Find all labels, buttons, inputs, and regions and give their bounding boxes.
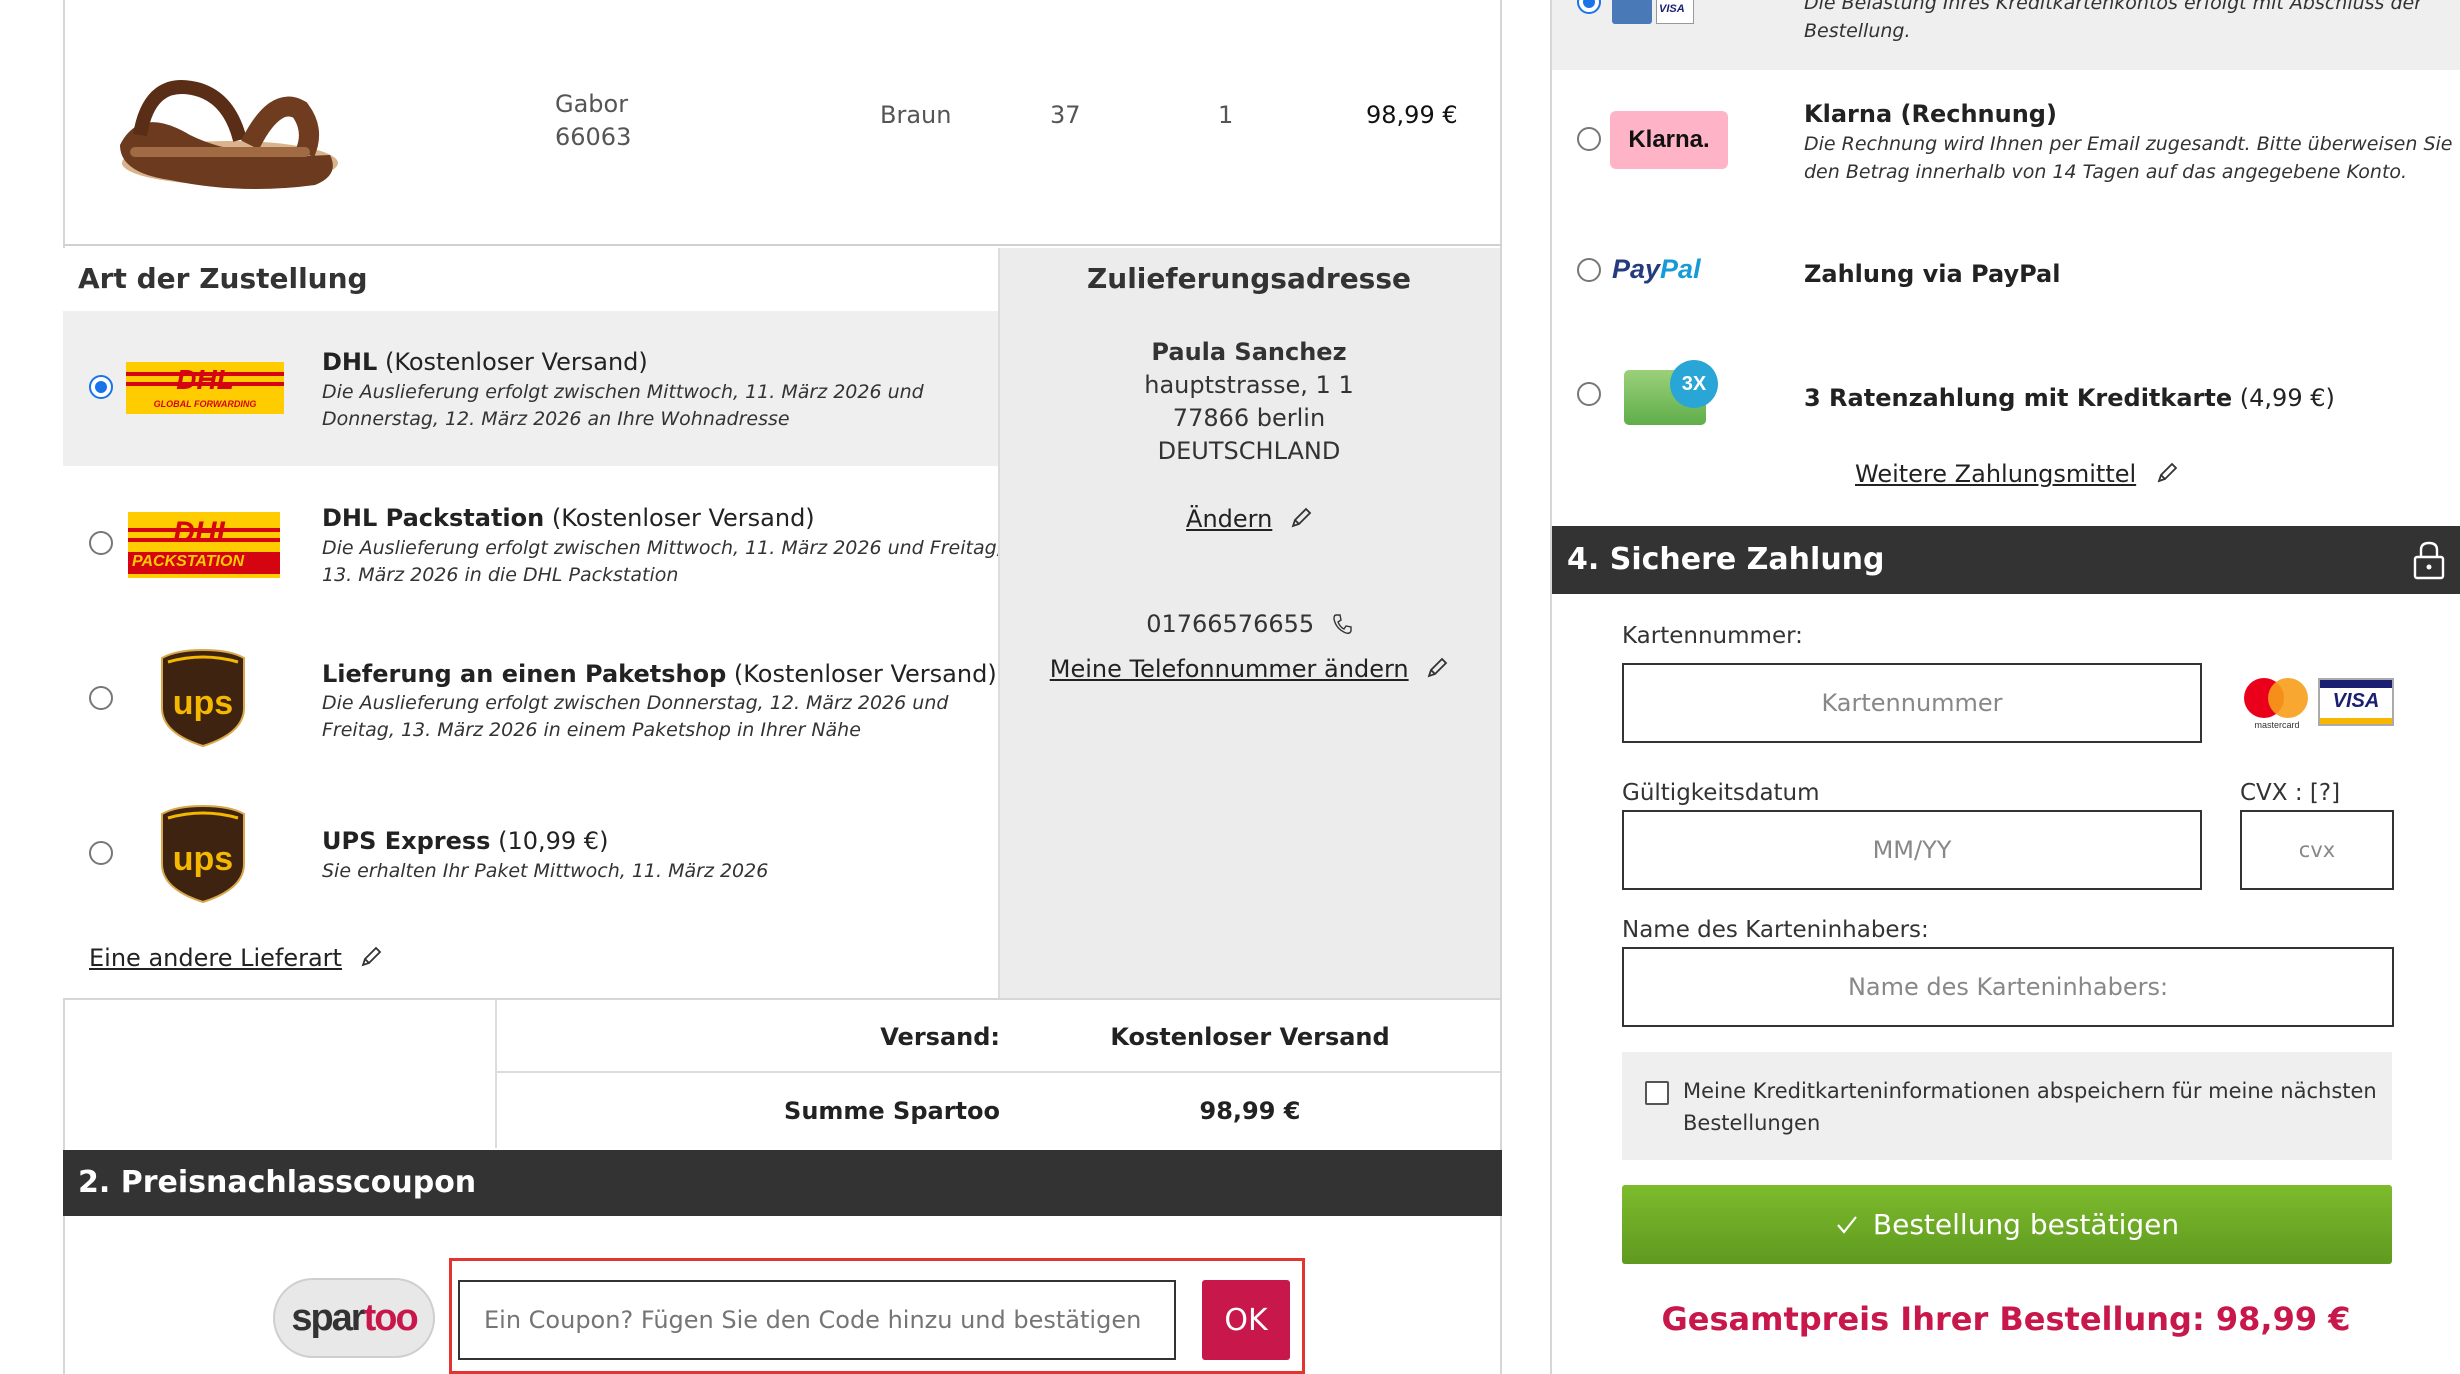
visa-icon: VISA [2318, 678, 2394, 726]
address-street: hauptstrasse, 1 1 [1144, 371, 1354, 399]
delivery-option-packstation-title: DHL Packstation (Kostenloser Versand) [322, 504, 815, 532]
paypal-logo: PayPal [1612, 254, 1701, 284]
card-holder-input[interactable]: Name des Karteninhabers: [1622, 947, 2394, 1027]
svg-text:ups: ups [173, 684, 233, 722]
coupon-title: 2. Preisnachlasscoupon [78, 1165, 477, 1200]
confirm-order-label: Bestellung bestätigen [1872, 1208, 2180, 1241]
save-card-checkbox[interactable] [1645, 1081, 1669, 1105]
total-row: Summe Spartoo 98,99 € [497, 1075, 1500, 1147]
more-payment-link[interactable]: Weitere Zahlungsmittel [1855, 460, 2178, 488]
delivery-radio-ups-express[interactable] [89, 841, 113, 865]
other-delivery-link[interactable]: Eine andere Lieferart [89, 944, 382, 972]
address-country: DEUTSCHLAND [1157, 437, 1341, 465]
product-size: 37 [1050, 101, 1081, 129]
address-block: Paula Sanchez hauptstrasse, 1 1 77866 be… [998, 336, 1500, 468]
coupon-ok-button[interactable]: OK [1202, 1280, 1290, 1360]
payment-card-desc: Die Belastung Ihres Kreditkartenkontos e… [1804, 0, 2423, 42]
card-logos-icon: VISA [1612, 0, 1694, 24]
dhl-packstation-logo: DHL PACKSTATION [128, 512, 280, 578]
shipping-label: Versand: [880, 1023, 1000, 1051]
delivery-option-ups-express-title: UPS Express (10,99 €) [322, 827, 609, 855]
shipping-value: Kostenloser Versand [1110, 1023, 1390, 1051]
delivery-option-paketshop-title: Lieferung an einen Paketshop (Kostenlose… [322, 660, 997, 688]
product-model: 66063 [555, 123, 632, 151]
pencil-icon [361, 946, 381, 967]
product-color: Braun [880, 101, 952, 129]
delivery-title: Art der Zustellung [78, 262, 368, 295]
delivery-option-dhl-desc: Die Auslieferung erfolgt zwischen Mittwo… [322, 381, 924, 430]
expiry-label: Gültigkeitsdatum [1622, 780, 1820, 806]
coupon-input[interactable] [458, 1280, 1176, 1360]
ups-express-logo: ups [161, 804, 245, 904]
phone-icon [1333, 614, 1352, 634]
expiry-input[interactable]: MM/YY [1622, 810, 2202, 890]
coupon-section-header: 2. Preisnachlasscoupon [63, 1150, 1502, 1216]
delivery-option-packstation-desc: Die Auslieferung erfolgt zwischen Mittwo… [322, 537, 1003, 586]
card-number-input[interactable]: Kartennummer [1622, 663, 2202, 743]
spartoo-logo: spartoo [273, 1278, 435, 1358]
delivery-option-paketshop-desc: Die Auslieferung erfolgt zwischen Donner… [322, 692, 949, 741]
total-value: 98,99 € [1199, 1097, 1301, 1125]
delivery-radio-packstation[interactable] [89, 531, 113, 555]
klarna-logo: Klarna. [1610, 111, 1728, 169]
order-total: Gesamtpreis Ihrer Bestellung: 98,99 € [1661, 1300, 2351, 1338]
confirm-order-button[interactable]: Bestellung bestätigen [1622, 1185, 2392, 1264]
product-brand-model: Gabor 66063 [555, 88, 631, 154]
payment-klarna-desc: Die Rechnung wird Ihnen per Email zugesa… [1804, 133, 2453, 183]
shipping-row: Versand: Kostenloser Versand [497, 1001, 1500, 1073]
lock-icon [2413, 541, 2445, 580]
secure-payment-header: 4. Sichere Zahlung [1552, 526, 2460, 594]
product-price: 98,99 € [1366, 101, 1458, 129]
card-number-label: Kartennummer: [1622, 623, 1803, 649]
sandal-image [120, 80, 338, 189]
checkmark-icon [1837, 1215, 1857, 1234]
address-name: Paula Sanchez [1151, 338, 1347, 366]
delivery-radio-dhl[interactable] [89, 375, 113, 399]
change-phone-link[interactable]: Meine Telefonnummer ändern [998, 655, 1500, 683]
product-quantity: 1 [1218, 101, 1234, 129]
card-holder-label: Name des Karteninhabers: [1622, 917, 1929, 943]
payment-installments-title: 3 Ratenzahlung mit Kreditkarte (4,99 €) [1804, 384, 2335, 412]
pencil-icon [2157, 462, 2178, 483]
total-label: Summe Spartoo [784, 1097, 1000, 1125]
address-change-link[interactable]: Ändern [998, 505, 1500, 533]
cvx-input[interactable]: cvx [2240, 810, 2394, 890]
payment-radio-paypal[interactable] [1577, 258, 1601, 282]
phone-number: 01766576655 [998, 610, 1500, 638]
address-city: 77866 berlin [1172, 404, 1326, 432]
delivery-option-dhl-title: DHL (Kostenloser Versand) [322, 348, 648, 376]
payment-klarna-title: Klarna (Rechnung) [1804, 100, 2057, 128]
address-title: Zulieferungsadresse [1086, 262, 1412, 295]
payment-paypal-title: Zahlung via PayPal [1804, 260, 2061, 288]
payment-radio-installments[interactable] [1577, 382, 1601, 406]
installments-badge: 3X [1670, 360, 1718, 408]
secure-payment-title: 4. Sichere Zahlung [1567, 542, 1885, 577]
payment-radio-klarna[interactable] [1577, 127, 1601, 151]
dhl-logo: DHL GLOBAL FORWARDING [126, 362, 284, 414]
pencil-icon [1427, 657, 1448, 678]
svg-text:ups: ups [173, 840, 233, 878]
pencil-icon [1291, 507, 1312, 528]
save-card-label: Meine Kreditkarteninformationen abspeich… [1683, 1079, 2377, 1135]
ups-logo: ups [161, 648, 245, 748]
delivery-option-ups-express-desc: Sie erhalten Ihr Paket Mittwoch, 11. Mär… [322, 860, 769, 882]
delivery-radio-paketshop[interactable] [89, 686, 113, 710]
mastercard-icon: mastercard [2240, 676, 2314, 732]
product-brand: Gabor [555, 90, 629, 118]
cvx-label[interactable]: CVX : [?] [2240, 780, 2340, 806]
